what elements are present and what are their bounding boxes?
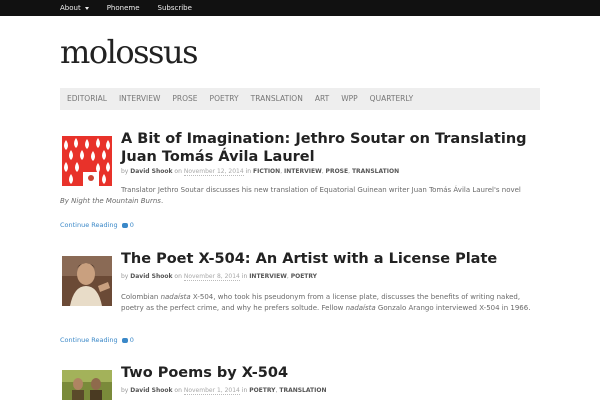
excerpt-emphasis: nadaísta <box>160 293 191 301</box>
post-category[interactable]: POETRY <box>249 387 275 394</box>
post-date: November 12, 2014 <box>183 168 244 176</box>
top-bar: About Phoneme Subscribe <box>0 0 600 16</box>
excerpt-emphasis: nadaísta <box>345 304 376 312</box>
meta-in: in <box>241 387 248 394</box>
post-author[interactable]: David Shook <box>130 168 172 175</box>
post-category[interactable]: TRANSLATION <box>352 168 399 175</box>
nav-item-quarterly[interactable]: QUARTERLY <box>364 88 419 110</box>
main-nav: EDITORIAL INTERVIEW PROSE POETRY TRANSLA… <box>60 88 540 110</box>
top-nav: About Phoneme Subscribe <box>60 0 210 16</box>
post-category[interactable]: TRANSLATION <box>279 387 326 394</box>
top-nav-subscribe[interactable]: Subscribe <box>158 4 192 12</box>
comment-count: 0 <box>129 336 134 344</box>
post-excerpt: Colombian nadaísta X-504, who took his p… <box>60 292 540 314</box>
excerpt-text: Gonzalo Arango interviewed X-504 in 1966… <box>377 304 531 312</box>
meta-in: in <box>245 168 252 175</box>
excerpt-text: Translator Jethro Soutar discusses his n… <box>121 186 521 194</box>
meta-by: by <box>121 168 129 175</box>
meta-on: on <box>174 273 182 280</box>
comment-count: 0 <box>129 221 134 229</box>
post-title[interactable]: Two Poems by X-504 <box>121 364 540 382</box>
post-item: The Poet X-504: An Artist with a License… <box>60 251 540 346</box>
nav-item-translation[interactable]: TRANSLATION <box>245 88 309 110</box>
nav-item-interview[interactable]: INTERVIEW <box>113 88 166 110</box>
post-category[interactable]: PROSE <box>326 168 349 175</box>
post-item: Two Poems by X-504 by David Shook on Nov… <box>60 365 540 400</box>
nav-item-wpp[interactable]: WPP <box>335 88 363 110</box>
nav-item-poetry[interactable]: POETRY <box>204 88 245 110</box>
continue-reading-link[interactable]: Continue Reading 0 <box>60 336 134 344</box>
post-meta: by David Shook on November 8, 2014 in IN… <box>121 273 318 281</box>
meta-on: on <box>174 387 182 394</box>
continue-reading-label: Continue Reading <box>60 221 118 229</box>
poet-photo <box>62 370 112 400</box>
post-title[interactable]: The Poet X-504: An Artist with a License… <box>121 250 540 268</box>
meta-by: by <box>121 387 129 394</box>
post-meta: by David Shook on November 12, 2014 in F… <box>121 168 400 176</box>
top-nav-phoneme[interactable]: Phoneme <box>107 4 140 12</box>
continue-reading-label: Continue Reading <box>60 336 118 344</box>
meta-by: by <box>121 273 129 280</box>
top-nav-about-label: About <box>60 4 81 12</box>
comment-bubble-icon <box>121 337 128 343</box>
top-nav-about[interactable]: About <box>60 4 89 12</box>
nav-item-art[interactable]: ART <box>309 88 335 110</box>
site-logo[interactable]: molossus <box>60 33 198 71</box>
post-thumbnail[interactable] <box>62 136 112 186</box>
post-author[interactable]: David Shook <box>130 273 172 280</box>
post-author[interactable]: David Shook <box>130 387 172 394</box>
post-item: A Bit of Imagination: Jethro Soutar on T… <box>60 131 540 236</box>
comment-bubble-icon <box>121 222 128 228</box>
post-date: November 8, 2014 <box>183 273 240 281</box>
excerpt-emphasis: By Night the Mountain Burns <box>60 197 161 205</box>
post-meta: by David Shook on November 1, 2014 in PO… <box>121 387 327 395</box>
continue-reading-link[interactable]: Continue Reading 0 <box>60 221 134 229</box>
excerpt-tail: . <box>160 197 164 205</box>
post-thumbnail[interactable] <box>62 370 112 400</box>
excerpt-text: Colombian <box>121 293 159 301</box>
caret-down-icon <box>84 6 89 10</box>
post-excerpt: Translator Jethro Soutar discusses his n… <box>60 185 540 207</box>
post-date: November 1, 2014 <box>183 387 240 395</box>
post-category[interactable]: FICTION <box>253 168 280 175</box>
post-category[interactable]: INTERVIEW <box>249 273 287 280</box>
post-category[interactable]: INTERVIEW <box>284 168 322 175</box>
post-category[interactable]: POETRY <box>291 273 317 280</box>
book-cover-image <box>62 136 112 186</box>
nav-item-prose[interactable]: PROSE <box>166 88 203 110</box>
meta-in: in <box>241 273 248 280</box>
nav-item-editorial[interactable]: EDITORIAL <box>60 88 113 110</box>
meta-on: on <box>174 168 182 175</box>
post-title[interactable]: A Bit of Imagination: Jethro Soutar on T… <box>121 130 540 166</box>
